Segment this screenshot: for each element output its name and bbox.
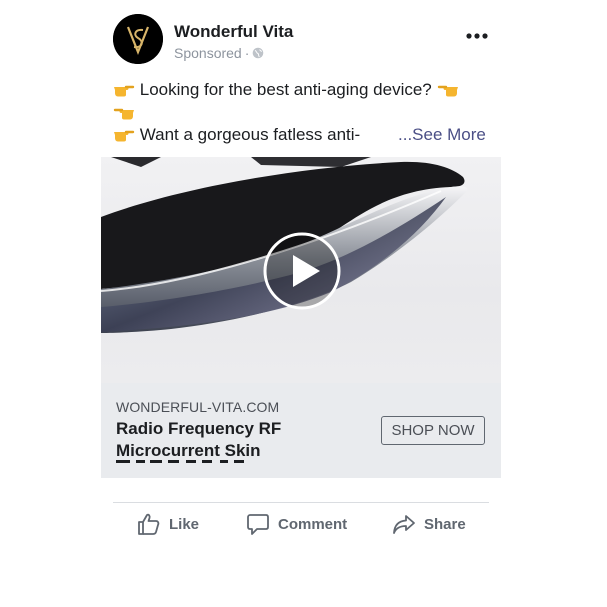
pointing-hand-icon (114, 130, 135, 142)
see-more-link[interactable]: ...See More (398, 125, 486, 145)
share-arrow-icon (393, 515, 415, 534)
post-text-line-3: Want a gorgeous fatless anti- (113, 125, 360, 145)
actions-divider (113, 502, 489, 503)
post-text-line-2 (113, 103, 135, 123)
truncated-text-fragment (116, 460, 244, 463)
sponsored-label[interactable]: Sponsored (174, 45, 242, 61)
share-button[interactable]: Share (392, 510, 466, 538)
post-text-question: Looking for the best anti-aging device? (139, 80, 432, 99)
page-avatar[interactable] (113, 14, 163, 64)
vs-monogram-logo (113, 14, 163, 64)
share-label: Share (424, 515, 466, 533)
link-headline[interactable]: Radio Frequency RF Microcurrent Skin (116, 418, 356, 461)
comment-icon (247, 514, 269, 535)
pointing-hand-icon (437, 85, 458, 97)
page-name[interactable]: Wonderful Vita (174, 22, 293, 42)
thumbs-up-icon (138, 513, 160, 535)
globe-icon (253, 47, 264, 59)
pointing-hand-icon (113, 108, 134, 120)
meta-separator: · (244, 45, 250, 61)
like-button[interactable]: Like (137, 510, 199, 538)
more-options-icon[interactable] (463, 28, 491, 44)
post-text-offer: Want a gorgeous fatless anti- (139, 125, 361, 144)
shop-now-button[interactable]: SHOP NOW (381, 416, 485, 445)
like-label: Like (169, 515, 200, 533)
play-button-icon[interactable] (262, 231, 342, 311)
sponsored-post: Wonderful Vita Sponsored · Looking for t… (0, 0, 607, 607)
link-domain: WONDERFUL-VITA.COM (116, 399, 280, 415)
pointing-hand-icon (114, 85, 135, 97)
comment-button[interactable]: Comment (246, 510, 347, 538)
comment-label: Comment (278, 515, 348, 533)
post-text-line-1: Looking for the best anti-aging device? (113, 80, 459, 100)
post-meta: Sponsored · (174, 45, 264, 61)
